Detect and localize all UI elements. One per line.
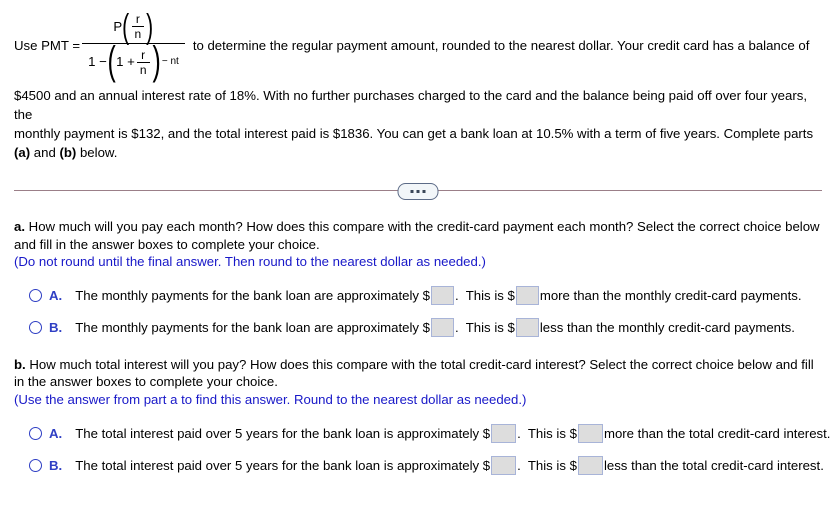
numerator-r: r: [135, 12, 140, 27]
dot: [410, 190, 414, 193]
choice-segment-1: The monthly payments for the bank loan a…: [75, 288, 430, 303]
denominator-one-minus: 1 −: [88, 54, 107, 70]
part-b-prompt: b. How much total interest will you pay?…: [14, 356, 822, 374]
choice-segment-1: The total interest paid over 5 years for…: [75, 425, 491, 441]
choice-letter: B.: [49, 320, 63, 335]
pmt-denominator: 1 − ( 1 + r n ) − nt: [82, 39, 185, 84]
answer-box-2[interactable]: [515, 286, 539, 305]
part-b-prompt-line-2: in the answer boxes to complete your cho…: [14, 374, 278, 389]
part-a-hint: (Do not round until the final answer. Th…: [14, 254, 486, 269]
numerator-p: P: [113, 19, 123, 35]
part-conjunction: and: [30, 145, 60, 160]
question-part-b: b. How much total interest will you pay?…: [14, 356, 830, 482]
choice-text: The monthly payments for the bank loan a…: [75, 286, 802, 305]
pmt-formula: P ( r n ) 1 − ( 1 + r n) − nt: [82, 7, 185, 84]
radio-button-a[interactable]: [29, 426, 42, 440]
choice-segment-3: more than the monthly credit-card paymen…: [539, 288, 802, 303]
right-paren-icon: ): [146, 7, 154, 46]
part-a-choices: A. The monthly payments for the bank loa…: [14, 280, 822, 344]
choice-segment-2: . This is $: [454, 288, 515, 303]
radio-button-a[interactable]: [29, 289, 42, 302]
below-text: below.: [76, 145, 118, 160]
part-b-hint: (Use the answer from part a to find this…: [14, 391, 527, 407]
use-pmt-label: Use PMT =: [14, 37, 81, 53]
choice-text: The monthly payments for the bank loan a…: [75, 318, 795, 337]
radio-button-b[interactable]: [29, 321, 42, 334]
choice-segment-3: less than the monthly credit-card paymen…: [539, 320, 795, 335]
denominator-exponent: − nt: [161, 56, 179, 67]
part-a-ref: (a): [14, 145, 31, 160]
numerator-n: n: [134, 27, 142, 42]
choice-segment-1: The total interest paid over 5 years for…: [75, 457, 491, 473]
choice-segment-3: less than the total credit-card interest…: [603, 457, 824, 473]
left-paren-icon: (: [122, 7, 130, 46]
part-b-choices: A. The total interest paid over 5 years …: [14, 417, 830, 481]
formula-line: Use PMT = P ( r n ) 1 − ( 1 + r n) − nt…: [14, 8, 822, 82]
choice-letter: B.: [49, 457, 63, 473]
part-b-letter: b.: [14, 356, 26, 372]
radio-button-b[interactable]: [29, 458, 42, 472]
ellipsis-icon[interactable]: [397, 183, 439, 200]
choice-b-option-b[interactable]: B. The total interest paid over 5 years …: [14, 449, 824, 481]
formula-tail-text: to determine the regular payment amount,…: [192, 37, 810, 53]
answer-box-2[interactable]: [577, 455, 603, 475]
problem-body-line-1: $4500 and an annual interest rate of 18%…: [14, 88, 807, 122]
choice-segment-3: more than the total credit-card interest…: [603, 425, 831, 441]
problem-body-line-3: (a) and (b) below.: [14, 143, 822, 162]
part-b-ref: (b): [59, 145, 77, 160]
denominator-rate-fraction: r n: [136, 47, 150, 77]
answer-box-1[interactable]: [430, 286, 454, 305]
choice-segment-2: . This is $: [517, 457, 577, 473]
denominator-n: n: [139, 62, 147, 77]
choice-segment-1: The monthly payments for the bank loan a…: [75, 320, 430, 335]
answer-box-1[interactable]: [491, 423, 517, 443]
numerator-rate-fraction: r n: [131, 12, 145, 42]
answer-box-2[interactable]: [515, 318, 539, 337]
answer-box-1[interactable]: [491, 455, 517, 475]
section-divider: [14, 176, 822, 206]
choice-a-option-a[interactable]: A. The monthly payments for the bank loa…: [14, 280, 822, 312]
right-paren-icon: ): [152, 39, 161, 84]
part-a-letter: a.: [14, 219, 25, 234]
left-paren-icon: (: [107, 39, 116, 84]
problem-body: $4500 and an annual interest rate of 18%…: [14, 86, 822, 162]
answer-box-1[interactable]: [430, 318, 454, 337]
denominator-r: r: [141, 47, 146, 62]
question-part-a: a. How much will you pay each month? How…: [14, 218, 822, 344]
choice-text: The total interest paid over 5 years for…: [75, 423, 831, 443]
dot: [416, 190, 420, 193]
choice-letter: A.: [49, 425, 63, 441]
part-a-prompt-line-2: and fill in the answer boxes to complete…: [14, 236, 320, 252]
problem-body-line-2: monthly payment is $132, and the total i…: [14, 126, 814, 141]
choice-segment-2: . This is $: [454, 320, 515, 335]
denominator-one-plus: 1 +: [116, 54, 135, 70]
part-a-prompt-line-1: How much will you pay each month? How do…: [25, 219, 820, 234]
choice-text: The total interest paid over 5 years for…: [75, 455, 824, 475]
choice-segment-2: . This is $: [517, 425, 577, 441]
choice-a-option-b[interactable]: B. The monthly payments for the bank loa…: [14, 312, 822, 344]
problem-page: Use PMT = P ( r n ) 1 − ( 1 + r n) − nt…: [0, 0, 836, 531]
choice-letter: A.: [49, 288, 63, 303]
part-a-prompt: a. How much will you pay each month? How…: [14, 218, 822, 236]
dot: [422, 190, 426, 193]
answer-box-2[interactable]: [577, 423, 603, 443]
choice-b-option-a[interactable]: A. The total interest paid over 5 years …: [14, 417, 830, 449]
part-b-prompt-line-1: How much total interest will you pay? Ho…: [25, 356, 814, 372]
problem-statement: Use PMT = P ( r n ) 1 − ( 1 + r n) − nt…: [14, 0, 822, 162]
